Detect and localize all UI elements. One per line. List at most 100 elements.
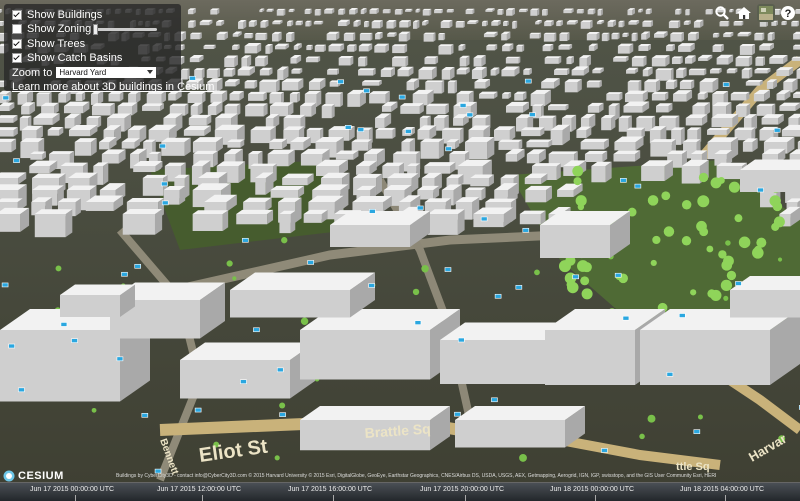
catch-basin-marker[interactable] — [3, 96, 9, 100]
catch-basin-marker[interactable] — [445, 268, 451, 272]
catch-basin-marker[interactable] — [364, 89, 370, 93]
base-layer-picker-button[interactable] — [757, 4, 775, 22]
catch-basin-marker[interactable] — [242, 238, 248, 242]
catch-basin-marker[interactable] — [446, 147, 452, 151]
catch-basin-marker[interactable] — [491, 398, 497, 402]
catch-basin-marker[interactable] — [308, 260, 314, 264]
catch-basin-marker[interactable] — [253, 328, 259, 332]
catch-basin-marker[interactable] — [369, 209, 375, 213]
catch-basin-marker[interactable] — [405, 129, 411, 133]
catch-basin-marker[interactable] — [161, 182, 167, 186]
catch-basin-marker[interactable] — [399, 95, 405, 99]
catch-basin-marker[interactable] — [495, 294, 501, 298]
catch-basin-marker[interactable] — [460, 103, 466, 107]
show-trees-row[interactable]: Show Trees — [12, 37, 175, 50]
show-zoning-label[interactable]: Show Zoning — [27, 23, 91, 35]
zoning-opacity-slider-thumb[interactable] — [93, 24, 98, 35]
search-icon[interactable] — [714, 5, 730, 21]
catch-basin-marker[interactable] — [454, 412, 460, 416]
catch-basin-marker[interactable] — [679, 314, 685, 318]
catch-basin-marker[interactable] — [18, 388, 24, 392]
catch-basin-marker[interactable] — [72, 339, 78, 343]
building — [656, 68, 674, 80]
catch-basin-marker[interactable] — [458, 338, 464, 342]
catch-basin-marker[interactable] — [240, 380, 246, 384]
catch-basin-marker[interactable] — [415, 321, 421, 325]
show-trees-checkbox[interactable] — [12, 39, 22, 49]
show-buildings-checkbox[interactable] — [12, 10, 22, 20]
building — [588, 9, 596, 15]
cesium-logo[interactable]: CESIUM — [3, 470, 64, 482]
catch-basin-marker[interactable] — [481, 217, 487, 221]
catch-basin-marker[interactable] — [601, 448, 607, 452]
catch-basin-marker[interactable] — [516, 285, 522, 289]
catch-basin-marker[interactable] — [774, 128, 780, 132]
search-button[interactable] — [713, 4, 731, 22]
catch-basin-marker[interactable] — [620, 178, 626, 182]
building — [290, 92, 300, 102]
building — [392, 44, 407, 53]
catch-basin-marker[interactable] — [417, 206, 423, 210]
zoom-to-selected-value[interactable]: Harvard Yard — [59, 68, 106, 77]
catch-basin-marker[interactable] — [9, 344, 15, 348]
show-catch-basins-label[interactable]: Show Catch Basins — [27, 52, 122, 64]
building — [776, 67, 793, 76]
timeline[interactable]: Jun 17 2015 00:00:00 UTCJun 17 2015 12:0… — [0, 482, 800, 501]
home-icon[interactable] — [736, 5, 752, 21]
building — [286, 32, 294, 42]
building — [514, 92, 526, 101]
show-catch-basins-row[interactable]: Show Catch Basins — [12, 52, 175, 65]
catch-basin-marker[interactable] — [121, 272, 127, 276]
catch-basin-marker[interactable] — [14, 159, 20, 163]
help-button[interactable]: ? — [779, 4, 797, 22]
catch-basin-marker[interactable] — [667, 372, 673, 376]
catch-basin-marker[interactable] — [723, 83, 729, 87]
building — [255, 33, 267, 40]
catch-basin-marker[interactable] — [694, 430, 700, 434]
building — [360, 33, 373, 41]
catch-basin-marker[interactable] — [2, 283, 8, 287]
home-button[interactable] — [735, 4, 753, 22]
catch-basin-marker[interactable] — [358, 128, 364, 132]
chevron-down-icon[interactable] — [147, 70, 153, 74]
show-buildings-row[interactable]: Show Buildings — [12, 8, 175, 21]
catch-basin-marker[interactable] — [615, 273, 621, 277]
catch-basin-marker[interactable] — [190, 76, 196, 80]
catch-basin-marker[interactable] — [573, 275, 579, 279]
building — [413, 20, 419, 29]
catch-basin-marker[interactable] — [529, 113, 535, 117]
help-icon[interactable]: ? — [780, 5, 796, 21]
catch-basin-marker[interactable] — [61, 322, 67, 326]
show-zoning-row[interactable]: Show Zoning — [12, 23, 175, 36]
show-catch-basins-checkbox[interactable] — [12, 53, 22, 63]
catch-basin-marker[interactable] — [160, 144, 166, 148]
catch-basin-marker[interactable] — [338, 80, 344, 84]
catch-basin-marker[interactable] — [280, 413, 286, 417]
building — [75, 138, 97, 156]
tree — [421, 265, 428, 272]
catch-basin-marker[interactable] — [623, 316, 629, 320]
show-zoning-checkbox[interactable] — [12, 24, 22, 34]
catch-basin-marker[interactable] — [195, 408, 201, 412]
catch-basin-marker[interactable] — [467, 113, 473, 117]
catch-basin-marker[interactable] — [345, 125, 351, 129]
show-trees-label[interactable]: Show Trees — [27, 38, 85, 50]
catch-basin-marker[interactable] — [277, 368, 283, 372]
catch-basin-marker[interactable] — [117, 357, 123, 361]
catch-basin-marker[interactable] — [635, 184, 641, 188]
show-buildings-label[interactable]: Show Buildings — [27, 9, 102, 21]
catch-basin-marker[interactable] — [162, 201, 168, 205]
learn-more-link[interactable]: Learn more about 3D buildings in Cesium — [12, 81, 214, 93]
catch-basin-marker[interactable] — [142, 413, 148, 417]
catch-basin-marker[interactable] — [523, 228, 529, 232]
learn-more-row[interactable]: Learn more about 3D buildings in Cesium — [12, 81, 175, 94]
catch-basin-marker[interactable] — [369, 284, 375, 288]
data-attribution[interactable]: Buildings by CyberCity3D - contact info@… — [116, 473, 716, 479]
catch-basin-marker[interactable] — [735, 282, 741, 286]
zoning-opacity-slider[interactable] — [95, 28, 157, 31]
zoom-to-select[interactable]: Harvard Yard — [56, 67, 156, 78]
catch-basin-marker[interactable] — [525, 79, 531, 83]
catch-basin-marker[interactable] — [135, 264, 141, 268]
layers-icon[interactable] — [758, 5, 774, 21]
catch-basin-marker[interactable] — [758, 188, 764, 192]
